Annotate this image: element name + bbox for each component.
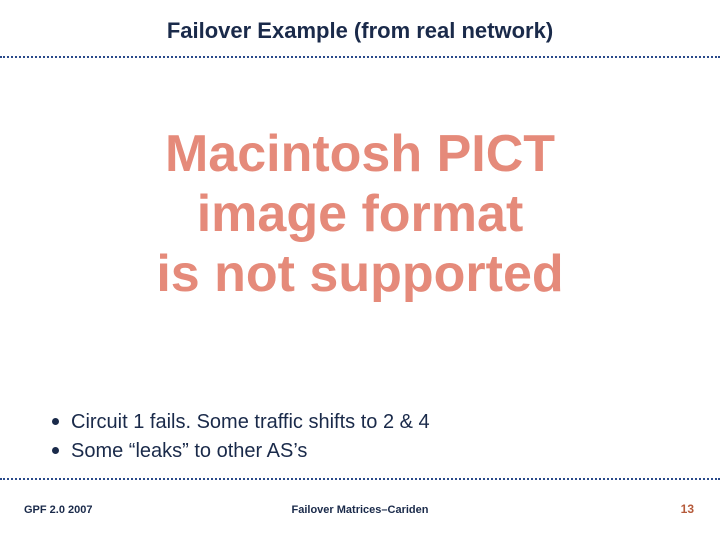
footer-center: Failover Matrices–Cariden (0, 504, 720, 516)
bullet-list: Circuit 1 fails. Some traffic shifts to … (52, 408, 672, 466)
pict-error-message: Macintosh PICT image format is not suppo… (0, 125, 720, 304)
error-line-3: is not supported (0, 245, 720, 305)
bullet-icon (52, 418, 59, 425)
page-number: 13 (681, 502, 694, 516)
divider-top (0, 56, 720, 58)
list-item: Some “leaks” to other AS’s (52, 437, 672, 466)
list-item: Circuit 1 fails. Some traffic shifts to … (52, 408, 672, 437)
slide-title: Failover Example (from real network) (0, 18, 720, 44)
bullet-icon (52, 447, 59, 454)
error-line-1: Macintosh PICT (0, 125, 720, 185)
bullet-text: Some “leaks” to other AS’s (71, 437, 307, 466)
bullet-text: Circuit 1 fails. Some traffic shifts to … (71, 408, 430, 437)
divider-bottom (0, 478, 720, 480)
error-line-2: image format (0, 185, 720, 245)
slide: Failover Example (from real network) Mac… (0, 0, 720, 540)
